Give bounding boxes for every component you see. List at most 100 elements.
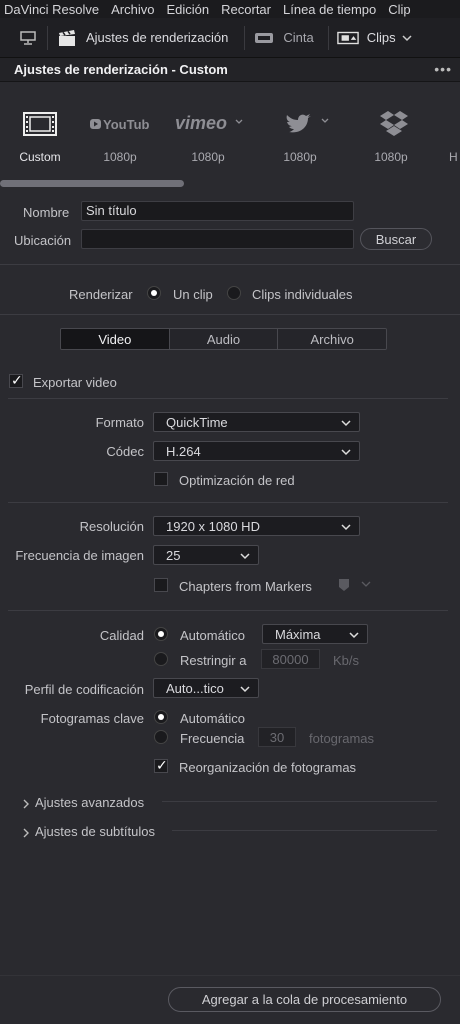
- menu-edit[interactable]: Edición: [167, 2, 210, 17]
- keyframes-unit-label: fotogramas: [309, 731, 375, 746]
- youtube-icon: YouTube: [80, 106, 160, 142]
- framerate-label: Frecuencia de imagen: [15, 548, 144, 563]
- monitor-icon[interactable]: [17, 27, 39, 49]
- film-strip-icon: [0, 106, 80, 142]
- individual-clips-label: Clips individuales: [252, 287, 353, 302]
- keyframes-auto-radio[interactable]: [154, 710, 168, 724]
- tab-video[interactable]: Video: [61, 329, 170, 349]
- format-value: QuickTime: [166, 414, 228, 430]
- clips-icon[interactable]: [336, 27, 359, 49]
- tape-toggle[interactable]: Cinta: [283, 30, 313, 45]
- preset-label: 1080p: [191, 150, 225, 164]
- restrict-label: Restringir a: [180, 653, 247, 668]
- preset-twitter[interactable]: 1080p: [260, 106, 340, 164]
- preset-vimeo[interactable]: vimeo 1080p: [168, 106, 248, 164]
- menu-davinci[interactable]: DaVinci Resolve: [4, 2, 99, 17]
- encoding-profile-dropdown[interactable]: Auto...tico: [153, 678, 259, 698]
- resolution-label: Resolución: [79, 519, 144, 534]
- chevron-down-icon: [240, 549, 250, 564]
- restrict-unit-label: Kb/s: [333, 653, 360, 668]
- export-video-checkbox[interactable]: [9, 372, 23, 389]
- keyframes-label: Fotogramas clave: [40, 711, 144, 726]
- preset-label: H: [449, 150, 458, 164]
- restrict-radio[interactable]: [154, 652, 168, 666]
- menu-trim[interactable]: Recortar: [221, 2, 271, 17]
- chevron-down-icon: [341, 445, 351, 460]
- tab-audio[interactable]: Audio: [169, 329, 279, 349]
- location-input[interactable]: [81, 229, 354, 249]
- preset-next[interactable]: H: [449, 106, 460, 164]
- chevron-down-icon: [349, 628, 359, 643]
- export-video-label: Exportar video: [33, 375, 117, 390]
- frame-reorder-label: Reorganización de fotogramas: [179, 760, 357, 775]
- network-optimization-label: Optimización de red: [179, 473, 295, 488]
- location-label: Ubicación: [14, 233, 72, 248]
- twitter-icon: [260, 106, 340, 142]
- quality-label: Calidad: [99, 628, 144, 643]
- subtitle-settings-toggle[interactable]: Ajustes de subtítulos: [35, 824, 155, 839]
- toolbar: Ajustes de renderización Cinta Clips: [0, 18, 460, 58]
- keyframes-every-label: Frecuencia: [180, 731, 245, 746]
- svg-text:vimeo: vimeo: [175, 114, 227, 133]
- quality-dropdown[interactable]: Máxima: [262, 624, 368, 644]
- preset-custom[interactable]: Custom: [0, 106, 80, 164]
- chevron-down-icon: [341, 416, 351, 431]
- panel-header: Ajustes de renderización - Custom •••: [0, 58, 460, 82]
- more-options-icon[interactable]: •••: [434, 61, 452, 77]
- clips-toggle[interactable]: Clips: [367, 30, 396, 45]
- format-dropdown[interactable]: QuickTime: [153, 412, 360, 432]
- name-input[interactable]: Sin título: [81, 201, 354, 221]
- chevron-down-icon: [341, 520, 351, 535]
- menu-clip[interactable]: Clip: [388, 2, 410, 17]
- advanced-settings-toggle[interactable]: Ajustes avanzados: [35, 795, 144, 810]
- keyframes-every-radio[interactable]: [154, 730, 168, 744]
- add-to-render-queue-button[interactable]: Agregar a la cola de procesamiento: [168, 987, 441, 1012]
- keyframes-every-input[interactable]: 30: [258, 727, 296, 747]
- menu-bar: DaVinci Resolve Archivo Edición Recortar…: [0, 0, 460, 18]
- dropbox-icon: [351, 106, 431, 142]
- preset-strip: Custom YouTube 1080p vimeo 1080p 1080p 1…: [0, 82, 460, 188]
- restrict-bitrate-input[interactable]: 80000: [261, 649, 320, 669]
- framerate-dropdown[interactable]: 25: [153, 545, 259, 565]
- codec-dropdown[interactable]: H.264: [153, 441, 360, 461]
- vimeo-icon: vimeo: [168, 106, 248, 142]
- clapper-icon[interactable]: [56, 27, 78, 49]
- resolution-dropdown[interactable]: 1920 x 1080 HD: [153, 516, 360, 536]
- frame-reorder-checkbox[interactable]: [154, 757, 168, 774]
- render-label: Renderizar: [69, 287, 133, 302]
- chapters-label: Chapters from Markers: [179, 579, 312, 594]
- tape-icon[interactable]: [253, 27, 275, 49]
- preset-label: 1080p: [374, 150, 408, 164]
- framerate-value: 25: [166, 547, 181, 563]
- format-label: Formato: [95, 415, 144, 430]
- chevron-right-icon[interactable]: [22, 797, 30, 812]
- browse-button[interactable]: Buscar: [360, 228, 432, 250]
- name-label: Nombre: [23, 205, 70, 220]
- svg-text:YouTube: YouTube: [103, 117, 150, 132]
- single-clip-label: Un clip: [173, 287, 213, 302]
- panel-title: Ajustes de renderización - Custom: [14, 62, 228, 77]
- single-clip-radio[interactable]: [147, 286, 161, 300]
- preset-youtube[interactable]: YouTube 1080p: [80, 106, 160, 164]
- render-settings-toggle[interactable]: Ajustes de renderización: [86, 30, 228, 45]
- quality-auto-radio[interactable]: [154, 627, 168, 641]
- menu-timeline[interactable]: Línea de tiempo: [283, 2, 376, 17]
- encoding-profile-label: Perfil de codificación: [24, 682, 144, 697]
- chapters-checkbox[interactable]: [154, 578, 168, 592]
- preset-scrollbar[interactable]: [0, 180, 184, 187]
- chevron-right-icon[interactable]: [22, 826, 30, 841]
- keyframes-auto-label: Automático: [180, 711, 246, 726]
- network-optimization-checkbox[interactable]: [154, 472, 168, 486]
- chevron-down-icon[interactable]: [402, 30, 412, 45]
- preset-label: Custom: [19, 150, 61, 164]
- individual-clips-radio[interactable]: [227, 286, 241, 300]
- marker-color-icon[interactable]: [338, 578, 372, 595]
- settings-tabs: Video Audio Archivo: [60, 328, 387, 350]
- quality-auto-label: Automático: [180, 628, 246, 643]
- encoding-profile-value: Auto...tico: [166, 680, 224, 696]
- menu-file[interactable]: Archivo: [111, 2, 154, 17]
- tab-file[interactable]: Archivo: [278, 329, 386, 349]
- codec-label: Códec: [106, 444, 144, 459]
- preset-dropbox[interactable]: 1080p: [351, 106, 431, 164]
- chevron-down-icon: [240, 682, 250, 697]
